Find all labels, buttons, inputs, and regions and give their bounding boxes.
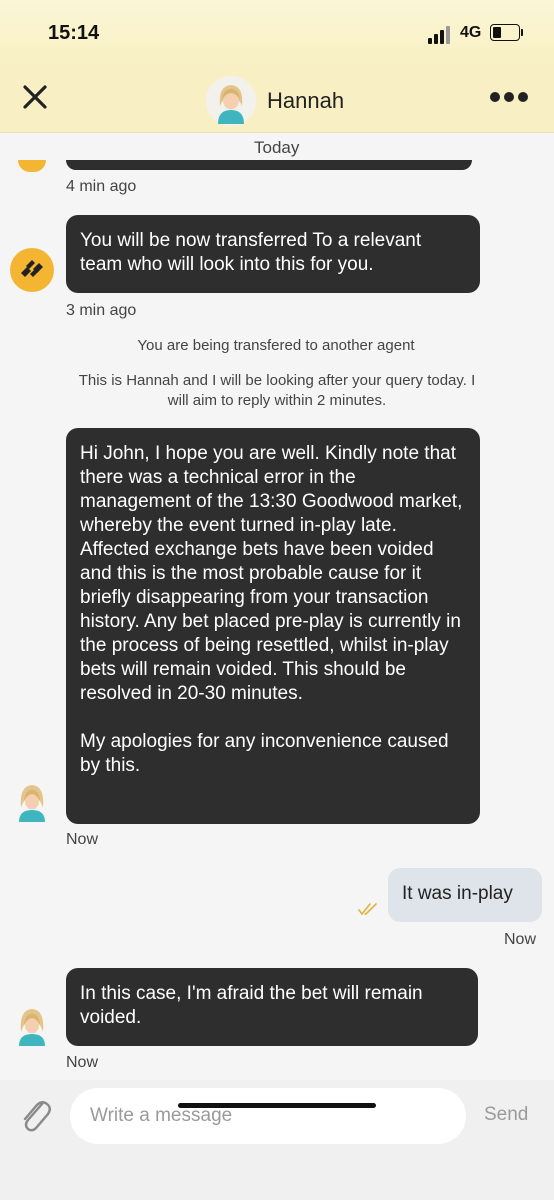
agent-avatar xyxy=(19,1009,45,1046)
bot-avatar-icon xyxy=(10,248,54,292)
message-timestamp: 4 min ago xyxy=(66,178,137,195)
agent-message-bubble: In this case, I'm afraid the bet will re… xyxy=(66,968,478,1046)
chat-title: Hannah xyxy=(267,88,345,113)
date-separator: Today xyxy=(254,138,300,157)
user-message-bubble: It was in-play xyxy=(388,868,542,922)
message-timestamp: Now xyxy=(504,931,537,948)
message-composer: Send xyxy=(0,1080,554,1200)
message-input[interactable] xyxy=(70,1088,466,1144)
status-bar: 15:14 4G xyxy=(0,0,554,62)
system-notice: This is Hannah and I will be looking aft… xyxy=(78,372,476,409)
send-button[interactable]: Send xyxy=(484,1104,528,1126)
network-type: 4G xyxy=(460,24,482,41)
clock: 15:14 xyxy=(48,22,100,44)
bot-message-bubble: You will be now transferred To a relevan… xyxy=(66,215,480,293)
read-receipt-icon xyxy=(358,903,377,916)
more-options-icon[interactable] xyxy=(490,92,530,106)
bot-avatar-partial xyxy=(18,160,46,172)
previous-message-bubble xyxy=(66,160,472,170)
agent-avatar xyxy=(206,76,256,126)
message-timestamp: Now xyxy=(66,831,99,848)
agent-avatar xyxy=(19,785,45,822)
close-icon[interactable] xyxy=(22,84,48,110)
chat-header: Hannah xyxy=(0,62,554,133)
message-timestamp: Now xyxy=(66,1054,99,1071)
home-indicator xyxy=(178,1103,376,1108)
paperclip-icon[interactable] xyxy=(18,1094,52,1134)
signal-icon xyxy=(428,26,456,44)
message-timestamp: 3 min ago xyxy=(66,302,137,319)
battery-icon xyxy=(490,24,524,41)
agent-message-bubble: Hi John, I hope you are well. Kindly not… xyxy=(66,428,480,824)
system-notice: You are being transfered to another agen… xyxy=(137,337,415,354)
